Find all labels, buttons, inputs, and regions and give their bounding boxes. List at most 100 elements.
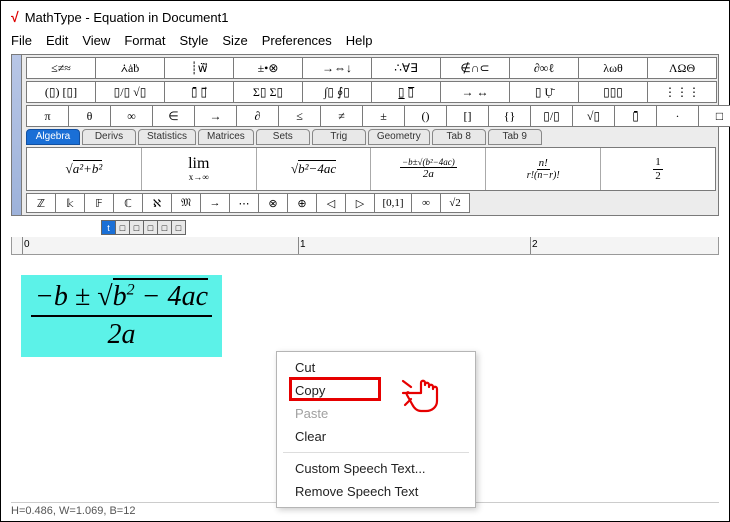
sym-group[interactable]: ∂∞ℓ (509, 57, 579, 79)
small-sym[interactable]: √▯ (572, 105, 615, 127)
ruler-tick-label: 2 (532, 239, 538, 250)
tab-sets[interactable]: Sets (256, 129, 310, 145)
sym-group[interactable]: ∉∩⊂ (440, 57, 510, 79)
toggle-btn[interactable]: □ (171, 220, 186, 235)
tmpl-group[interactable]: Σ▯ Σ▯ (233, 81, 303, 103)
tab-9[interactable]: Tab 9 (488, 129, 542, 145)
tab-8[interactable]: Tab 8 (432, 129, 486, 145)
toggle-btn[interactable]: t (101, 220, 116, 235)
tab-trig[interactable]: Trig (312, 129, 366, 145)
sym-group[interactable]: →⇔↓ (302, 57, 372, 79)
menu-file[interactable]: File (11, 33, 32, 48)
tmpl-group[interactable]: ∫▯ ∮▯ (302, 81, 372, 103)
template-palette: √a²+b² limx→∞ √b²−4ac −b±√(b²−4ac)2a n!r… (26, 147, 716, 191)
small-sym[interactable]: ≠ (320, 105, 363, 127)
template-half[interactable]: 12 (601, 148, 715, 190)
glyph[interactable]: ⋯ (229, 193, 259, 213)
tab-derivs[interactable]: Derivs (82, 129, 136, 145)
small-sym[interactable]: ▯/▯ (530, 105, 573, 127)
menu-edit[interactable]: Edit (46, 33, 68, 48)
symbol-row-3: π θ ∞ ∈ → ∂ ≤ ≠ ± () [] {} ▯/▯ √▯ ▯̄ · □ (26, 105, 716, 127)
small-sym[interactable]: {} (488, 105, 531, 127)
small-sym[interactable]: □ (698, 105, 730, 127)
glyph[interactable]: ℂ (113, 193, 143, 213)
template-combination[interactable]: n!r!(n−r)! (486, 148, 601, 190)
titlebar: √ MathType - Equation in Document1 (1, 1, 729, 29)
tab-algebra[interactable]: Algebra (26, 129, 80, 145)
template-sqrt-sum[interactable]: √a²+b² (27, 148, 142, 190)
small-sym[interactable]: ≤ (278, 105, 321, 127)
glyph[interactable]: 𝔐 (171, 193, 201, 213)
menu-format[interactable]: Format (124, 33, 165, 48)
ctx-remove-speech[interactable]: Remove Speech Text (277, 480, 475, 503)
menu-size[interactable]: Size (222, 33, 247, 48)
sym-group[interactable]: ┊ẅ⃗ (164, 57, 234, 79)
tmpl-group[interactable]: ▯ Ụ̄ (509, 81, 579, 103)
template-tabs: Algebra Derivs Statistics Matrices Sets … (26, 129, 716, 145)
ruler[interactable]: 0 1 2 (11, 237, 719, 255)
sym-group[interactable]: ±•⊗ (233, 57, 303, 79)
sym-group[interactable]: ΛΩΘ (647, 57, 717, 79)
tab-statistics[interactable]: Statistics (138, 129, 196, 145)
tmpl-group[interactable]: → ↔ (440, 81, 510, 103)
tmpl-group[interactable]: ▯/▯ √▯ (95, 81, 165, 103)
sym-group[interactable]: ≤≠≈ (26, 57, 96, 79)
template-quadratic[interactable]: −b±√(b²−4ac)2a (371, 148, 486, 190)
menu-view[interactable]: View (82, 33, 110, 48)
sym-group[interactable]: ∴∀∃ (371, 57, 441, 79)
tab-matrices[interactable]: Matrices (198, 129, 254, 145)
ctx-clear[interactable]: Clear (277, 425, 475, 448)
tmpl-group[interactable]: (▯) [▯] (26, 81, 96, 103)
small-sym[interactable]: θ (68, 105, 111, 127)
glyph[interactable]: √2 (440, 193, 470, 213)
symbol-row-1: ≤≠≈ ⩑ȧḃ ┊ẅ⃗ ±•⊗ →⇔↓ ∴∀∃ ∉∩⊂ ∂∞ℓ λωθ ΛΩΘ (26, 57, 716, 79)
menu-style[interactable]: Style (179, 33, 208, 48)
small-sym[interactable]: ▯̄ (614, 105, 657, 127)
sym-group[interactable]: λωθ (578, 57, 648, 79)
glyph[interactable]: ◁ (316, 193, 346, 213)
glyph[interactable]: ⊗ (258, 193, 288, 213)
glyph[interactable]: ℵ (142, 193, 172, 213)
small-sym[interactable]: → (194, 105, 237, 127)
menu-help[interactable]: Help (346, 33, 373, 48)
app-icon: √ (11, 9, 19, 25)
small-sym[interactable]: ∂ (236, 105, 279, 127)
small-sym[interactable]: · (656, 105, 699, 127)
tmpl-group[interactable]: ⋮⋮⋮ (647, 81, 717, 103)
small-sym[interactable]: ∞ (110, 105, 153, 127)
small-sym[interactable]: ± (362, 105, 405, 127)
glyph[interactable]: 𝕜 (55, 193, 85, 213)
small-sym[interactable]: ∈ (152, 105, 195, 127)
glyph[interactable]: ℤ (26, 193, 56, 213)
tmpl-group[interactable]: ▯▯▯ (578, 81, 648, 103)
toggle-btn[interactable]: □ (129, 220, 144, 235)
menu-preferences[interactable]: Preferences (262, 33, 332, 48)
glyph[interactable]: ▷ (345, 193, 375, 213)
tmpl-group[interactable]: ▯̲ ▯̅ (371, 81, 441, 103)
window-title: MathType - Equation in Document1 (25, 10, 229, 25)
panel-grip[interactable] (12, 55, 22, 215)
toggle-btn[interactable]: □ (115, 220, 130, 235)
glyph[interactable]: → (200, 193, 230, 213)
tmpl-group[interactable]: ▯̄ ▯⃗ (164, 81, 234, 103)
sym-group[interactable]: ⩑ȧḃ (95, 57, 165, 79)
glyph[interactable]: ∞ (411, 193, 441, 213)
view-toggles: t □ □ □ □ □ (101, 220, 729, 235)
glyph[interactable]: ⊕ (287, 193, 317, 213)
tab-geometry[interactable]: Geometry (368, 129, 430, 145)
toggle-btn[interactable]: □ (143, 220, 158, 235)
small-sym[interactable]: () (404, 105, 447, 127)
ctx-custom-speech[interactable]: Custom Speech Text... (277, 457, 475, 480)
toggle-btn[interactable]: □ (157, 220, 172, 235)
small-sym[interactable]: π (26, 105, 69, 127)
glyph[interactable]: [0,1] (374, 193, 412, 213)
selected-equation[interactable]: −b ± √b2 − 4ac 2a (21, 275, 222, 357)
pointer-icon (401, 371, 451, 418)
status-text: H=0.486, W=1.069, B=12 (11, 505, 135, 517)
template-sqrt-disc[interactable]: √b²−4ac (257, 148, 372, 190)
toolbar-panel: ≤≠≈ ⩑ȧḃ ┊ẅ⃗ ±•⊗ →⇔↓ ∴∀∃ ∉∩⊂ ∂∞ℓ λωθ ΛΩΘ … (11, 54, 719, 216)
template-limit[interactable]: limx→∞ (142, 148, 257, 190)
glyph[interactable]: 𝔽 (84, 193, 114, 213)
small-sym[interactable]: [] (446, 105, 489, 127)
ctx-separator (283, 452, 469, 453)
